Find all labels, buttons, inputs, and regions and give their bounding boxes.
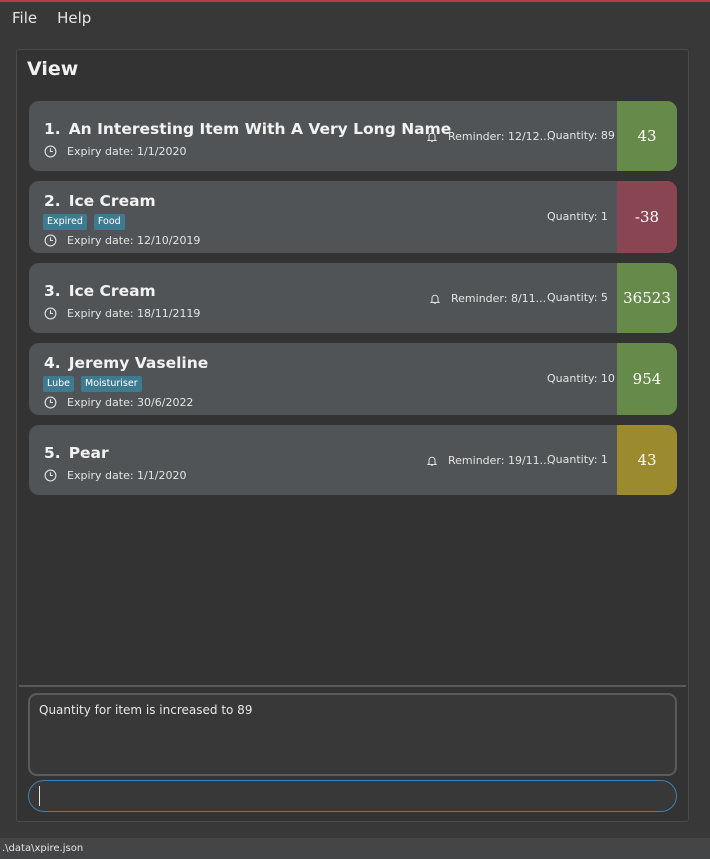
tag: Moisturiser (81, 376, 142, 392)
quantity: Quantity: 1 (547, 453, 608, 466)
reminder-text: Reminder: 8/11... (451, 292, 547, 305)
quantity: Quantity: 89 (547, 129, 615, 142)
quantity: Quantity: 5 (547, 291, 608, 304)
tag: Lube (43, 376, 75, 392)
expiry-date: Expiry date: 1/1/2020 (44, 145, 186, 158)
expiry-text: Expiry date: 1/1/2020 (67, 145, 187, 158)
expiry-text: Expiry date: 30/6/2022 (67, 396, 194, 409)
item-card-5[interactable]: 5. Pear Expiry date: 1/1/2020 Reminder: 1… (29, 425, 677, 495)
expiry-text: Expiry date: 1/1/2020 (67, 469, 187, 482)
item-name: 2. Ice Cream (44, 192, 156, 210)
menu-bar: File Help (0, 2, 710, 34)
tag: Food (93, 214, 125, 230)
reminder-text: Reminder: 19/11... (448, 454, 551, 467)
expiry-date: Expiry date: 18/11/2119 (44, 307, 200, 320)
result-message: Quantity for item is increased to 89 (39, 703, 253, 717)
clock-icon (44, 307, 57, 320)
clock-icon (44, 396, 57, 409)
view-title: View (27, 58, 79, 80)
panel-divider[interactable] (19, 685, 686, 687)
item-card-2[interactable]: 2. Ice Cream Expired Food Expiry date: 12… (29, 181, 677, 253)
item-list[interactable]: 1. An Interesting Item With A Very Long N… (29, 101, 677, 495)
quantity: Quantity: 10 (547, 372, 615, 385)
tag: Expired (43, 214, 87, 230)
expiry-date: Expiry date: 1/1/2020 (44, 469, 186, 482)
days-remaining: 36523 (617, 263, 677, 333)
reminder: Reminder: 19/11... (426, 454, 550, 467)
item-name: 4. Jeremy Vaseline (44, 354, 209, 372)
item-name: 1. An Interesting Item With A Very Long N… (44, 120, 452, 138)
expiry-date: Expiry date: 30/6/2022 (44, 396, 193, 409)
reminder: Reminder: 12/12... (426, 130, 550, 143)
bell-icon (429, 294, 441, 304)
text-caret (39, 786, 40, 806)
clock-icon (44, 234, 57, 247)
bell-icon (426, 456, 438, 466)
days-remaining: 43 (617, 101, 677, 171)
item-card-1[interactable]: 1. An Interesting Item With A Very Long N… (29, 101, 677, 171)
status-bar: .\data\xpire.json (0, 838, 710, 859)
tag-list: Lube Moisturiser (43, 376, 142, 392)
reminder: Reminder: 8/11... (429, 292, 546, 305)
view-panel: View 1. An Interesting Item With A Very L… (16, 49, 689, 822)
menu-file[interactable]: File (7, 9, 42, 27)
days-remaining: 954 (617, 343, 677, 415)
command-box[interactable] (28, 780, 677, 812)
reminder-text: Reminder: 12/12... (448, 130, 551, 143)
bell-icon (426, 132, 438, 142)
days-remaining: -38 (617, 181, 677, 253)
item-name: 3. Ice Cream (44, 282, 156, 300)
expiry-date: Expiry date: 12/10/2019 (44, 234, 200, 247)
expiry-text: Expiry date: 12/10/2019 (67, 234, 201, 247)
tag-list: Expired Food (43, 214, 125, 230)
clock-icon (44, 145, 57, 158)
clock-icon (44, 469, 57, 482)
command-input[interactable] (39, 785, 663, 809)
expiry-text: Expiry date: 18/11/2119 (67, 307, 201, 320)
days-remaining: 43 (617, 425, 677, 495)
quantity: Quantity: 1 (547, 210, 608, 223)
status-file-path: .\data\xpire.json (2, 843, 84, 854)
result-display[interactable]: Quantity for item is increased to 89 (28, 693, 677, 776)
item-card-3[interactable]: 3. Ice Cream Expiry date: 18/11/2119 Remi… (29, 263, 677, 333)
menu-help[interactable]: Help (52, 9, 96, 27)
item-card-4[interactable]: 4. Jeremy Vaseline Lube Moisturiser Expir… (29, 343, 677, 415)
item-name: 5. Pear (44, 444, 109, 462)
